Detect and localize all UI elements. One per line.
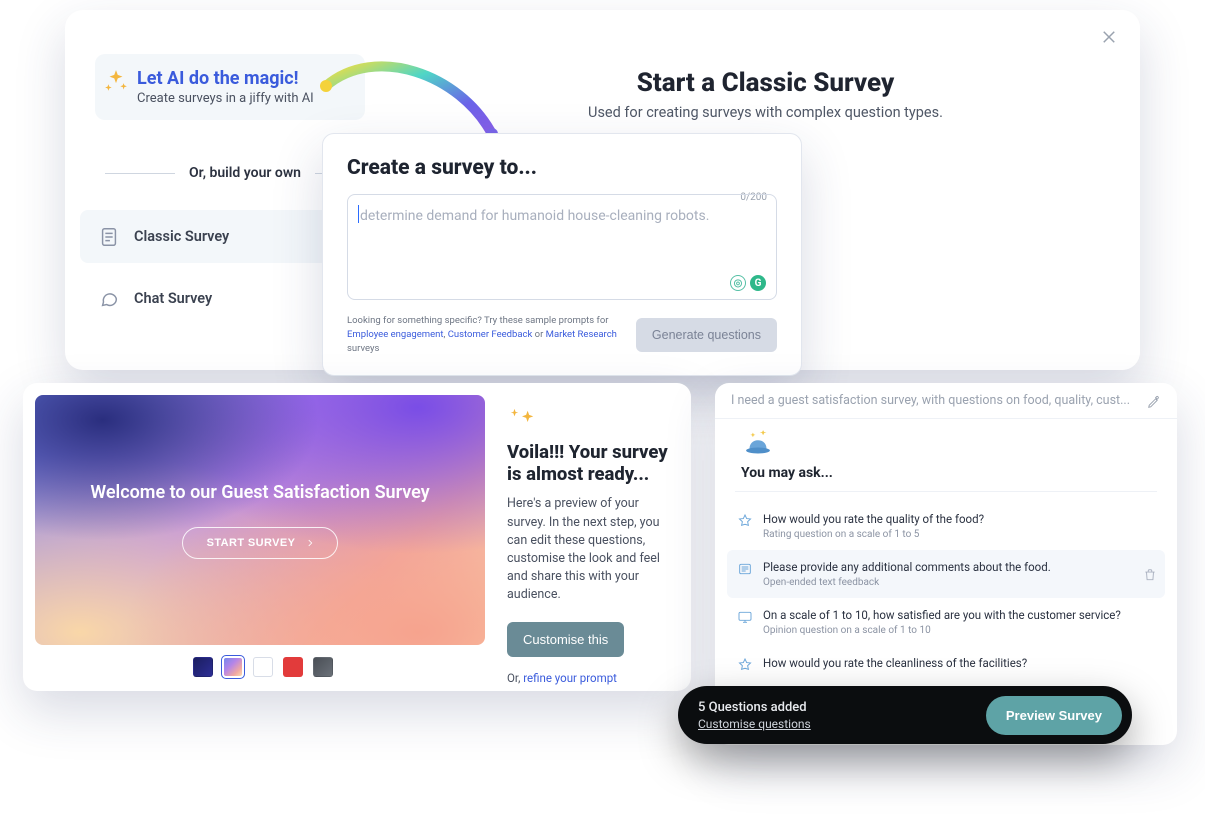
create-survey-modal: Create a survey to... 0/200 determine de… [322, 133, 802, 376]
document-icon [98, 226, 120, 248]
survey-prompt-input[interactable]: determine demand for humanoid house-clea… [347, 194, 777, 300]
start-survey-button[interactable]: START SURVEY [182, 527, 339, 559]
prompt-link-employee[interactable]: Employee engagement [347, 329, 443, 340]
chat-icon [98, 288, 120, 310]
question-text: Please provide any additional comments a… [763, 560, 1051, 574]
customise-button[interactable]: Customise this [507, 622, 624, 657]
build-own-label: Or, build your own [189, 165, 301, 181]
you-may-ask-heading: You may ask... [741, 465, 1157, 481]
question-text: How would you rate the cleanliness of th… [763, 656, 1027, 670]
bulb-icon[interactable]: ◎ [730, 275, 746, 291]
theme-swatch-dark[interactable] [193, 657, 213, 677]
question-item[interactable]: How would you rate the cleanliness of th… [727, 646, 1165, 683]
grammar-icon[interactable]: G [750, 275, 766, 291]
search-input[interactable]: I need a guest satisfaction survey, with… [731, 393, 1137, 408]
survey-hero: Welcome to our Guest Satisfaction Survey… [35, 395, 485, 645]
start-title: Start a Classic Survey [637, 68, 895, 98]
prompt-link-market[interactable]: Market Research [546, 329, 617, 340]
question-item[interactable]: On a scale of 1 to 10, how satisfied are… [727, 598, 1165, 646]
ai-magic-card[interactable]: Let AI do the magic! Create surveys in a… [95, 54, 365, 120]
star-icon [737, 513, 753, 529]
text-icon [737, 561, 753, 577]
questions-added-pill: 5 Questions added Customise questions Pr… [678, 686, 1132, 744]
theme-swatches [193, 657, 333, 677]
question-list: How would you rate the quality of the fo… [715, 502, 1177, 683]
theme-swatch-aurora[interactable] [223, 657, 243, 677]
refine-prompt-link[interactable]: refine your prompt [523, 671, 617, 685]
question-item[interactable]: How would you rate the quality of the fo… [727, 502, 1165, 550]
trash-icon[interactable] [1143, 567, 1157, 581]
prompt-hint: Looking for something specific? Try thes… [347, 314, 617, 355]
theme-swatch-white[interactable] [253, 657, 273, 677]
pill-title: 5 Questions added [698, 700, 811, 715]
sparkle-icon [103, 68, 129, 94]
survey-hero-title: Welcome to our Guest Satisfaction Survey [90, 482, 429, 503]
question-item[interactable]: Please provide any additional comments a… [727, 550, 1165, 598]
theme-swatch-slate[interactable] [313, 657, 333, 677]
option-chat-label: Chat Survey [134, 290, 212, 307]
refine-prompt-row: Or, refine your prompt [507, 671, 677, 685]
customise-questions-link[interactable]: Customise questions [698, 717, 811, 731]
survey-preview-card: Welcome to our Guest Satisfaction Survey… [23, 383, 691, 691]
question-subtext: Rating question on a scale of 1 to 5 [763, 529, 984, 540]
close-icon[interactable] [1100, 28, 1118, 46]
sparkles-icon [507, 407, 537, 431]
chevron-right-icon [305, 538, 315, 548]
screen-icon [737, 609, 753, 625]
question-text: On a scale of 1 to 10, how satisfied are… [763, 608, 1121, 622]
generate-questions-button[interactable]: Generate questions [636, 318, 777, 352]
star-icon [737, 657, 753, 673]
theme-swatch-red[interactable] [283, 657, 303, 677]
magic-hat-icon [741, 425, 775, 459]
start-subtitle: Used for creating surveys with complex q… [588, 104, 943, 121]
prompt-link-customer[interactable]: Customer Feedback [448, 329, 533, 340]
survey-prompt-placeholder: determine demand for humanoid house-clea… [360, 208, 709, 224]
voila-description: Here's a preview of your survey. In the … [507, 495, 677, 604]
question-subtext: Open-ended text feedback [763, 577, 1051, 588]
option-classic-label: Classic Survey [134, 228, 229, 245]
pencil-icon[interactable] [1147, 394, 1161, 408]
voila-title: Voila!!! Your survey is almost ready... [507, 441, 677, 485]
ai-magic-subtitle: Create surveys in a jiffy with AI [137, 91, 349, 106]
search-row[interactable]: I need a guest satisfaction survey, with… [715, 383, 1177, 419]
ai-magic-title: Let AI do the magic! [137, 68, 349, 89]
question-text: How would you rate the quality of the fo… [763, 512, 984, 526]
question-subtext: Opinion question on a scale of 1 to 10 [763, 625, 1121, 636]
modal-heading: Create a survey to... [347, 156, 777, 180]
preview-survey-button[interactable]: Preview Survey [986, 696, 1122, 735]
